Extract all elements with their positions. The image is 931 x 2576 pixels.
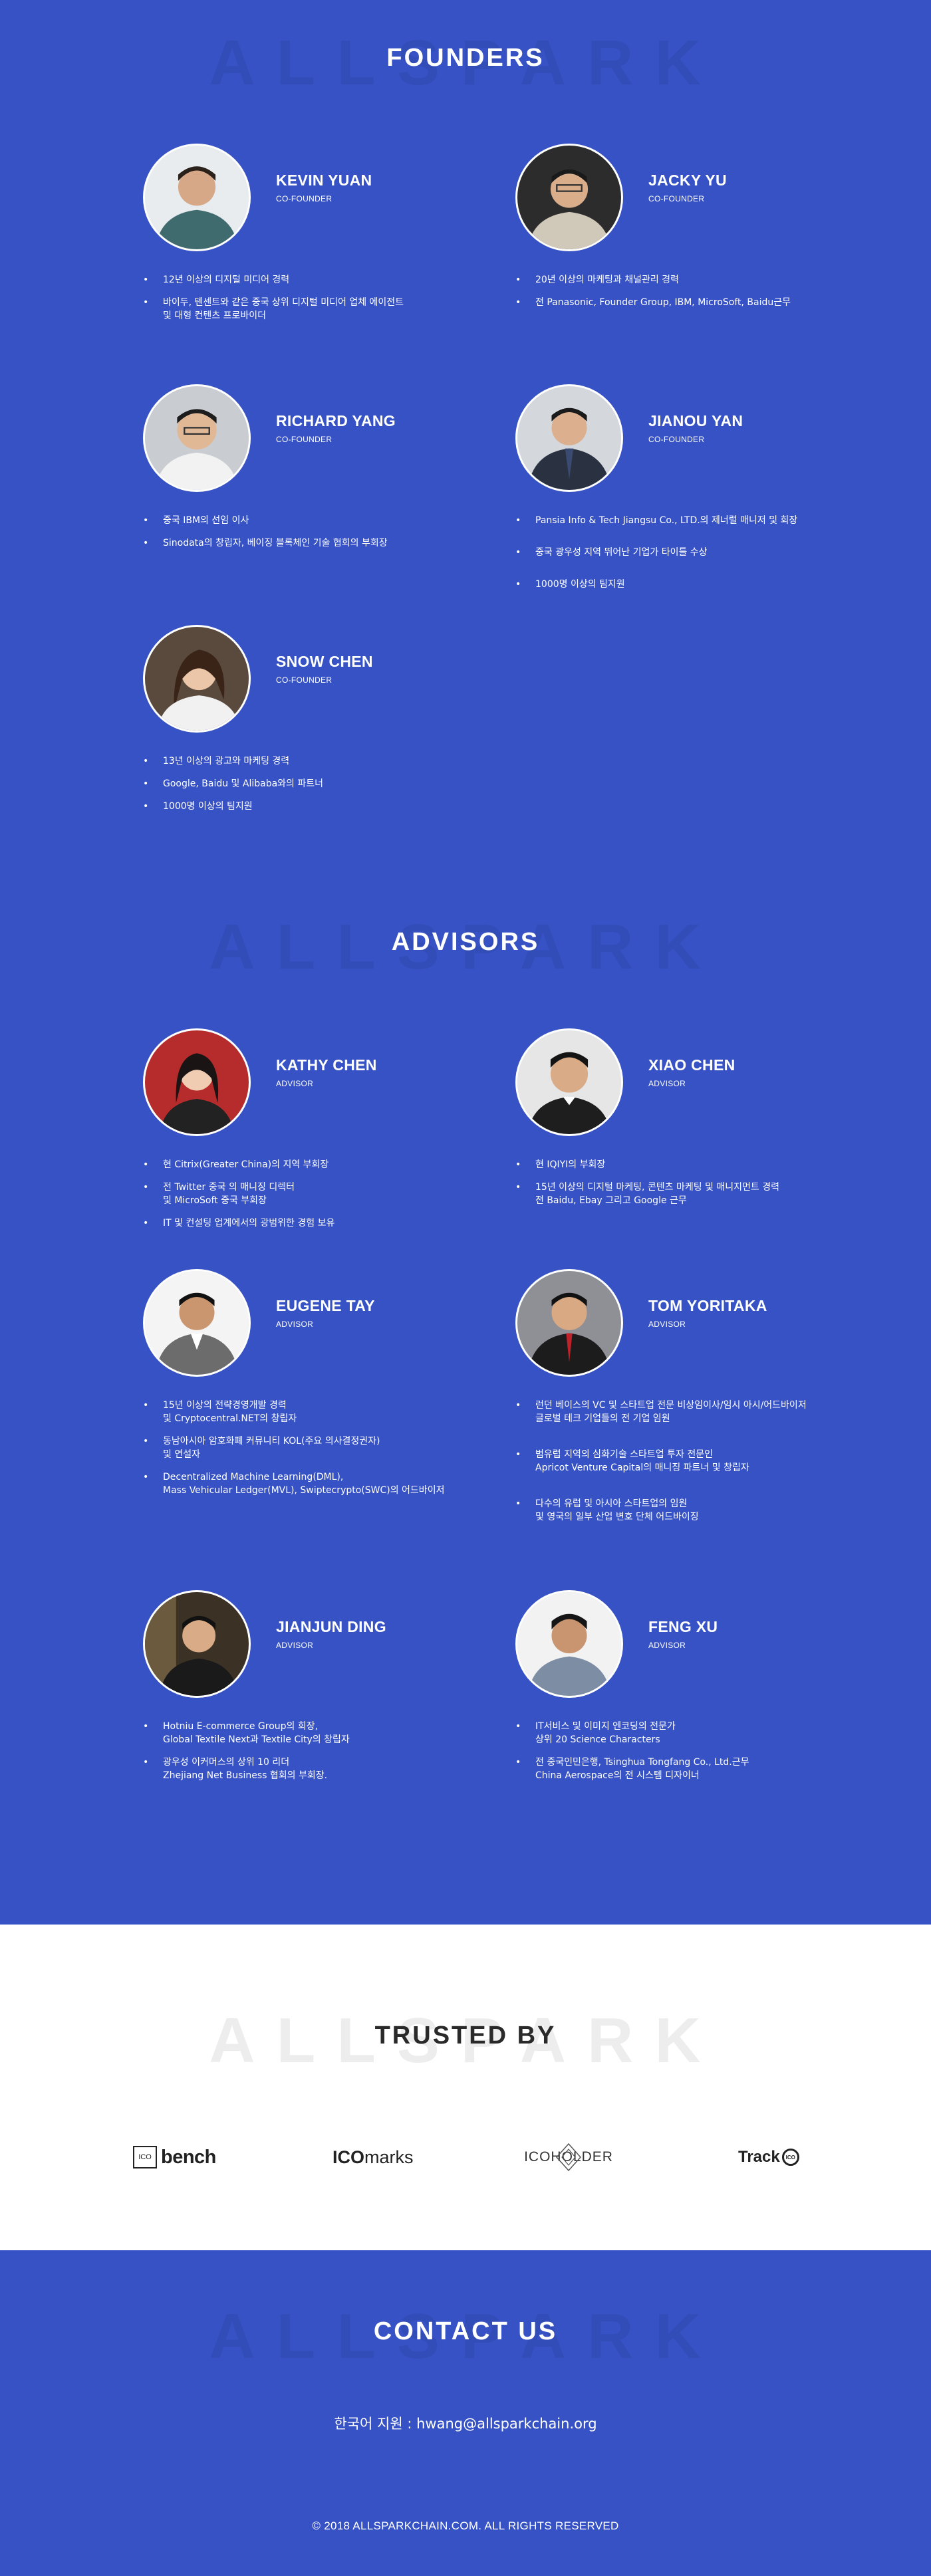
avatar: [143, 1590, 251, 1698]
bullet-item: 전 Panasonic, Founder Group, IBM, MicroSo…: [515, 296, 888, 309]
person-bullets: 현 Citrix(Greater China)의 지역 부회장 전 Twitte…: [143, 1158, 515, 1239]
bullet-item: Hotniu E-commerce Group의 회장, Global Text…: [143, 1720, 515, 1746]
advisors-section: ALLSPARK ADVISORS KATHY CHEN ADVISOR 현 C…: [0, 864, 931, 1925]
person-role: ADVISOR: [276, 1320, 314, 1329]
person-role: CO-FOUNDER: [276, 435, 332, 444]
bullet-item: 20년 이상의 마케팅과 채널관리 경력: [515, 273, 888, 287]
person-bullets: 15년 이상의 전략경영개발 경력 및 Cryptocentral.NET의 창…: [143, 1399, 515, 1506]
person-bullets: Hotniu E-commerce Group의 회장, Global Text…: [143, 1720, 515, 1792]
contact-title: CONTACT US: [373, 2317, 558, 2345]
person-role: CO-FOUNDER: [276, 194, 332, 203]
person-bullets: 중국 IBM의 선임 이사 Sinodata의 창립자, 베이징 블록체인 기술…: [143, 514, 515, 559]
contact-section: ALLSPARK CONTACT US 한국어 지원 : hwang@allsp…: [0, 2250, 931, 2576]
avatar: [515, 1590, 623, 1698]
person-name: SNOW CHEN: [276, 653, 373, 670]
trackico-text: Track: [738, 2148, 780, 2166]
person-bullets: IT서비스 및 이미지 엔코딩의 전문가 상위 20 Science Chara…: [515, 1720, 888, 1792]
founders-title: FOUNDERS: [386, 44, 545, 72]
person-name: XIAO CHEN: [648, 1056, 735, 1074]
bullet-item: 1000명 이상의 팀지원: [143, 800, 515, 813]
bullet-item: 동남아시아 암호화폐 커뮤니티 KOL(주요 의사결정권자) 및 연설자: [143, 1435, 515, 1461]
avatar: [143, 1028, 251, 1136]
person-role: ADVISOR: [648, 1320, 686, 1329]
person-name: JIANJUN DING: [276, 1618, 386, 1635]
partner-logos: ICO bench ICO marks ICOHOLDER Track ICO: [0, 2137, 931, 2177]
contact-email[interactable]: 한국어 지원 : hwang@allsparkchain.org: [0, 2413, 931, 2433]
person-bullets: 13년 이상의 광고와 마케팅 경력 Google, Baidu 및 Aliba…: [143, 755, 515, 822]
bullet-item: 광우성 이커머스의 상위 10 리더 Zhejiang Net Business…: [143, 1756, 515, 1782]
trackico-logo[interactable]: Track ICO: [738, 2137, 799, 2177]
bullet-item: 13년 이상의 광고와 마케팅 경력: [143, 755, 515, 768]
icoholder-diamond-icon: [555, 2143, 582, 2172]
avatar: [143, 1269, 251, 1377]
person-role: CO-FOUNDER: [276, 675, 332, 685]
avatar: [515, 1269, 623, 1377]
magnifier-icon: ICO: [781, 2149, 799, 2166]
person-role: ADVISOR: [648, 1641, 686, 1650]
avatar: [515, 1028, 623, 1136]
trusted-header: ALLSPARK TRUSTED BY: [0, 2004, 931, 2076]
person-role: CO-FOUNDER: [648, 435, 705, 444]
person-role: ADVISOR: [276, 1079, 314, 1088]
contact-header: ALLSPARK CONTACT US: [0, 2300, 931, 2372]
bullet-item: 바이두, 텐센트와 같은 중국 상위 디지털 미디어 업체 에이전트 및 대형 …: [143, 296, 515, 322]
trusted-title: TRUSTED BY: [374, 2022, 557, 2049]
bullet-item: 현 IQIYI의 부회장: [515, 1158, 888, 1171]
bullet-item: 12년 이상의 디지털 미디어 경력: [143, 273, 515, 287]
bullet-item: 1000명 이상의 팀지원: [515, 578, 888, 591]
avatar: [143, 625, 251, 733]
bullet-item: 현 Citrix(Greater China)의 지역 부회장: [143, 1158, 515, 1171]
bullet-item: 다수의 유럽 및 아시아 스타트업의 임원 및 영국의 일부 산업 변호 단체 …: [515, 1497, 888, 1524]
icobench-box: ICO: [133, 2146, 157, 2168]
bullet-item: 전 중국인민은행, Tsinghua Tongfang Co., Ltd.근무 …: [515, 1756, 888, 1782]
founders-header: ALLSPARK FOUNDERS: [0, 27, 931, 98]
bullet-item: 15년 이상의 디지털 마케팅, 콘텐츠 마케팅 및 매니지먼트 경력 전 Ba…: [515, 1181, 888, 1207]
bullet-item: 중국 광우성 지역 뛰어난 기업가 타이틀 수상: [515, 546, 888, 559]
bullet-item: IT 및 컨설팅 업계에서의 광범위한 경험 보유: [143, 1217, 515, 1230]
person-name: EUGENE TAY: [276, 1297, 375, 1314]
person-bullets: Pansia Info & Tech Jiangsu Co., LTD.의 제너…: [515, 514, 888, 600]
bullet-item: Sinodata의 창립자, 베이징 블록체인 기술 협회의 부회장: [143, 536, 515, 550]
founders-section: ALLSPARK FOUNDERS KEVIN YUAN CO-FOUNDER …: [0, 0, 931, 864]
bullet-item: 15년 이상의 전략경영개발 경력 및 Cryptocentral.NET의 창…: [143, 1399, 515, 1425]
person-name: TOM YORITAKA: [648, 1297, 767, 1314]
person-role: ADVISOR: [276, 1641, 314, 1650]
copyright-text: © 2018 ALLSPARKCHAIN.COM. ALL RIGHTS RES…: [312, 2519, 619, 2532]
person-bullets: 12년 이상의 디지털 미디어 경력 바이두, 텐센트와 같은 중국 상위 디지…: [143, 273, 515, 332]
person-name: JACKY YU: [648, 172, 727, 189]
person-role: CO-FOUNDER: [648, 194, 705, 203]
bullet-item: IT서비스 및 이미지 엔코딩의 전문가 상위 20 Science Chara…: [515, 1720, 888, 1746]
person-role: ADVISOR: [648, 1079, 686, 1088]
person-name: RICHARD YANG: [276, 412, 396, 429]
person-name: KATHY CHEN: [276, 1056, 377, 1074]
bullet-item: Google, Baidu 및 Alibaba와의 파트너: [143, 777, 515, 790]
person-bullets: 20년 이상의 마케팅과 채널관리 경력 전 Panasonic, Founde…: [515, 273, 888, 318]
icomarks-logo[interactable]: ICO marks: [332, 2137, 414, 2177]
bullet-item: Pansia Info & Tech Jiangsu Co., LTD.의 제너…: [515, 514, 888, 527]
person-bullets: 런던 베이스의 VC 및 스타트업 전문 비상임이사/임시 아시/어드바이저 글…: [515, 1399, 888, 1533]
bullet-item: Decentralized Machine Learning(DML), Mas…: [143, 1470, 515, 1497]
person-name: FENG XU: [648, 1618, 718, 1635]
bullet-item: 범유럽 지역의 심화기술 스타트업 투자 전문인 Apricot Venture…: [515, 1448, 888, 1474]
icoholder-logo[interactable]: ICOHOLDER: [524, 2137, 612, 2177]
trusted-section: ALLSPARK TRUSTED BY ICO bench ICO marks I…: [0, 1925, 931, 2250]
icobench-logo[interactable]: ICO bench: [133, 2137, 216, 2177]
icomarks-text: marks: [364, 2147, 414, 2167]
avatar: [143, 384, 251, 492]
icomarks-bold: ICO: [332, 2147, 365, 2167]
person-bullets: 현 IQIYI의 부회장 15년 이상의 디지털 마케팅, 콘텐츠 마케팅 및 …: [515, 1158, 888, 1217]
bullet-item: 중국 IBM의 선임 이사: [143, 514, 515, 527]
icobench-text: bench: [161, 2146, 216, 2168]
avatar: [515, 384, 623, 492]
person-name: JIANOU YAN: [648, 412, 743, 429]
avatar: [143, 144, 251, 251]
bullet-item: 런던 베이스의 VC 및 스타트업 전문 비상임이사/임시 아시/어드바이저 글…: [515, 1399, 888, 1425]
advisors-title: ADVISORS: [391, 928, 540, 956]
person-name: KEVIN YUAN: [276, 172, 372, 189]
avatar: [515, 144, 623, 251]
advisors-header: ALLSPARK ADVISORS: [0, 911, 931, 983]
bullet-item: 전 Twitter 중국 의 매니징 디렉터 및 MicroSoft 중국 부회…: [143, 1181, 515, 1207]
